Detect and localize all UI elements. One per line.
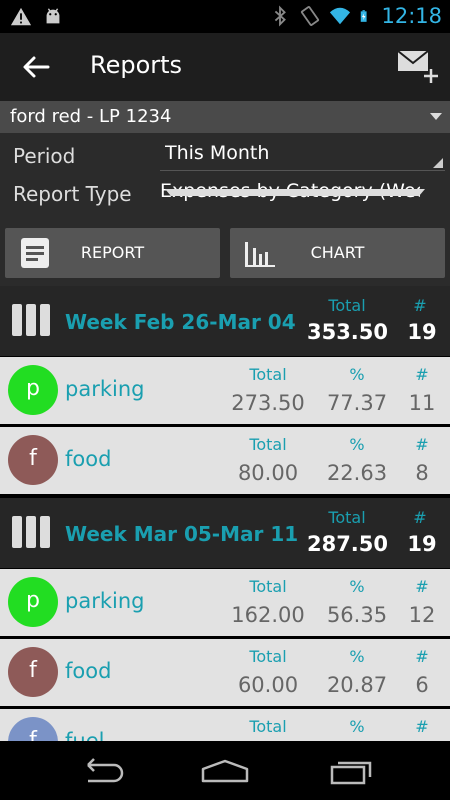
total-header: Total [249, 365, 287, 384]
category-percent: 22.63 [326, 461, 388, 485]
total-header: Total [249, 717, 287, 736]
count-header: # [415, 577, 429, 596]
week-total: 287.50 [306, 532, 389, 556]
category-row[interactable]: f fuel Total % # [0, 709, 450, 741]
period-value: This Month [165, 142, 270, 164]
category-avatar: f [8, 717, 58, 741]
week-header[interactable]: Week Feb 26-Mar 04 Total # 353.50 19 [0, 286, 450, 356]
category-total: 162.00 [231, 603, 305, 627]
category-count: 11 [408, 391, 436, 415]
clock: 12:18 [381, 4, 442, 28]
week-title: Week Mar 05-Mar 11 [65, 522, 299, 546]
home-nav-icon[interactable] [199, 755, 251, 787]
week-count: 19 [407, 320, 437, 344]
category-percent: 56.35 [326, 603, 388, 627]
week-bars-icon [12, 516, 50, 548]
percent-header: % [349, 577, 365, 596]
category-row[interactable]: p parking Total % # 273.50 77.37 11 [0, 357, 450, 424]
category-count: 12 [408, 603, 436, 627]
category-total: 60.00 [237, 673, 299, 697]
total-header: Total [249, 577, 287, 596]
report-type-select[interactable]: Expenses by Category (Wee.. [160, 177, 445, 209]
report-filters: ford red - LP 1234 Period This Month Rep… [0, 101, 450, 286]
page-title: Reports [90, 51, 183, 79]
week-bars-icon [12, 304, 50, 336]
arrow-back-icon[interactable] [18, 49, 54, 85]
category-avatar: f [8, 647, 58, 697]
week-header[interactable]: Week Mar 05-Mar 11 Total # 287.50 19 [0, 498, 450, 568]
category-name: parking [65, 377, 145, 401]
total-header: Total [249, 435, 287, 454]
category-row[interactable]: f food Total % # 60.00 20.87 6 [0, 639, 450, 706]
percent-header: % [349, 435, 365, 454]
vibrate-icon [301, 6, 320, 26]
percent-header: % [349, 647, 365, 666]
category-count: 8 [415, 461, 429, 485]
category-count: 6 [415, 673, 429, 697]
action-bar: Reports [0, 33, 450, 101]
report-list[interactable]: Week Feb 26-Mar 04 Total # 353.50 19 p p… [0, 286, 450, 741]
navigation-bar [0, 741, 450, 800]
wifi-icon [330, 7, 351, 25]
android-icon [46, 8, 60, 24]
category-percent: 20.87 [326, 673, 388, 697]
count-header: # [415, 435, 429, 454]
report-button-label: REPORT [80, 243, 145, 262]
category-total: 80.00 [237, 461, 299, 485]
week-total: 353.50 [306, 320, 389, 344]
week-title: Week Feb 26-Mar 04 [65, 310, 296, 334]
category-percent: 77.37 [326, 391, 388, 415]
report-button[interactable]: REPORT [5, 228, 220, 278]
category-name: fuel [65, 729, 105, 741]
dropdown-arrow-icon [165, 189, 425, 196]
category-avatar: p [8, 577, 58, 627]
total-header: Total [328, 296, 366, 315]
mail-add-icon[interactable] [396, 45, 440, 87]
category-avatar: p [8, 365, 58, 415]
period-label: Period [13, 144, 76, 168]
category-name: food [65, 447, 112, 471]
percent-header: % [349, 717, 365, 736]
back-nav-icon[interactable] [74, 755, 126, 787]
warning-icon [10, 7, 32, 26]
count-header: # [415, 717, 429, 736]
vehicle-name: ford red - LP 1234 [10, 106, 172, 127]
count-header: # [413, 508, 427, 527]
period-select[interactable]: This Month [160, 139, 445, 171]
count-header: # [413, 296, 427, 315]
category-row[interactable]: f food Total % # 80.00 22.63 8 [0, 427, 450, 494]
category-total: 273.50 [231, 391, 305, 415]
battery-charging-icon [361, 10, 368, 22]
chart-button[interactable]: CHART [230, 228, 445, 278]
report-type-label: Report Type [13, 182, 132, 206]
percent-header: % [349, 365, 365, 384]
category-name: parking [65, 589, 145, 613]
total-header: Total [328, 508, 366, 527]
bluetooth-icon [275, 5, 287, 27]
count-header: # [415, 647, 429, 666]
week-count: 19 [407, 532, 437, 556]
vehicle-selector[interactable]: ford red - LP 1234 [0, 101, 450, 133]
count-header: # [415, 365, 429, 384]
spinner-corner-icon [433, 158, 443, 168]
recents-nav-icon[interactable] [326, 755, 378, 787]
chart-button-label: CHART [310, 243, 365, 262]
status-bar: 12:18 [0, 0, 450, 33]
category-name: food [65, 659, 112, 683]
total-header: Total [249, 647, 287, 666]
category-avatar: f [8, 435, 58, 485]
category-row[interactable]: p parking Total % # 162.00 56.35 12 [0, 569, 450, 636]
dropdown-arrow-icon [430, 113, 442, 120]
